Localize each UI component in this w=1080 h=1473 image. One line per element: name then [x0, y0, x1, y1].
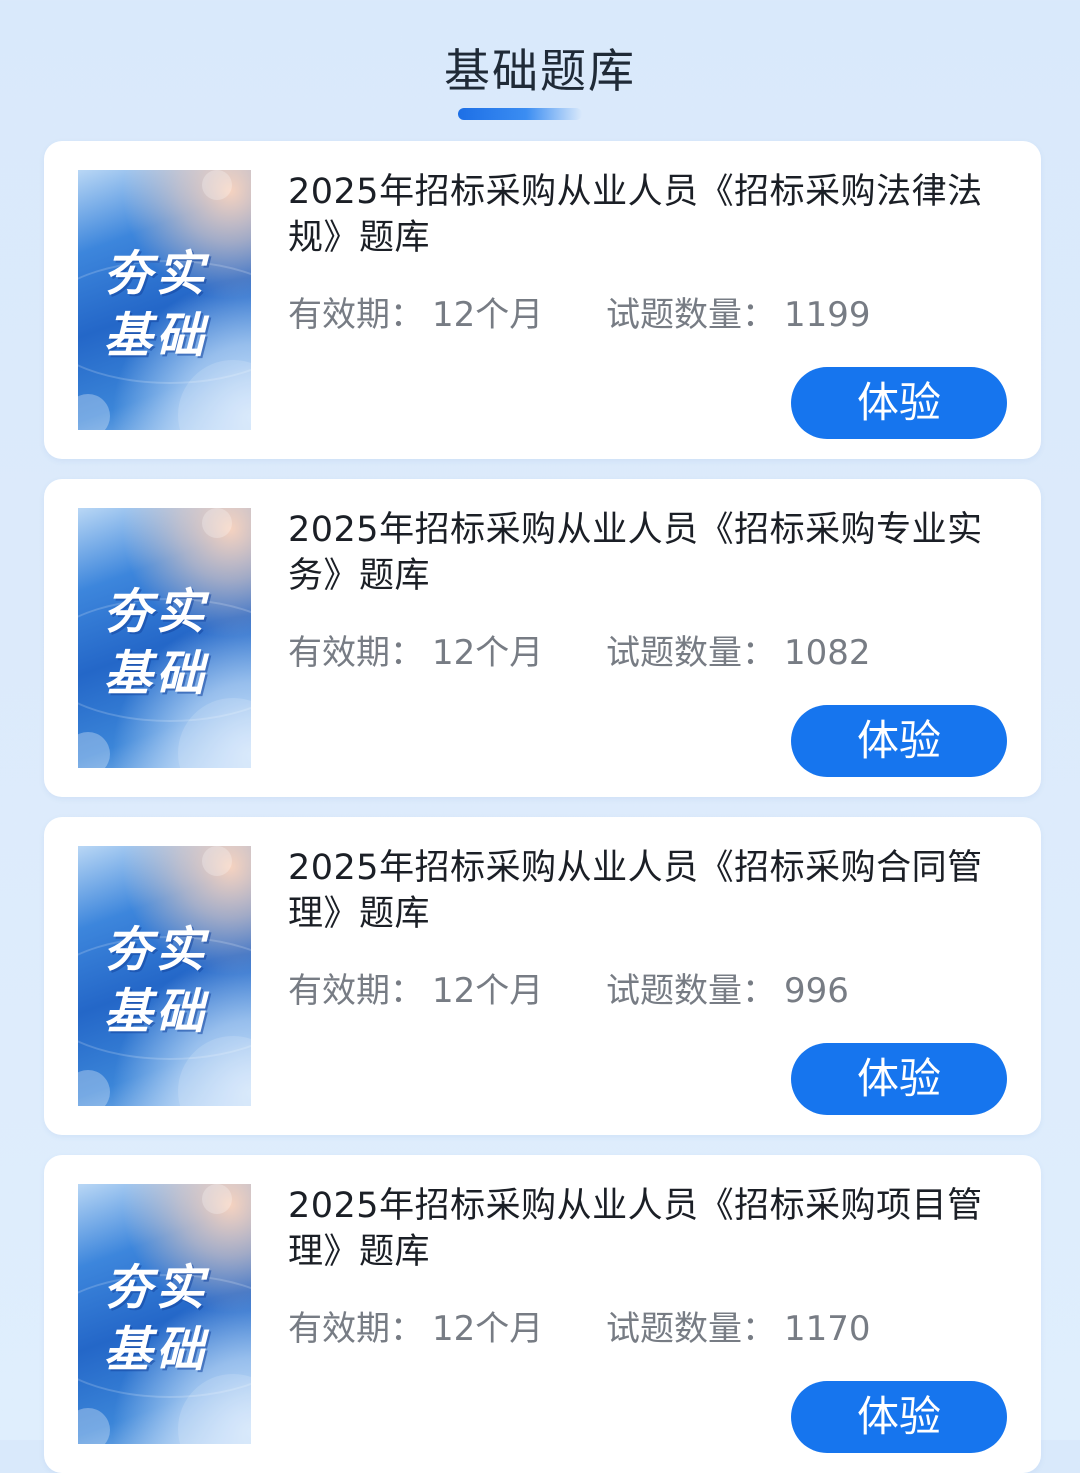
course-cover-image: 夯实 基础 — [78, 846, 251, 1106]
cover-text-line2: 基础 — [104, 984, 209, 1040]
course-title[interactable]: 2025年招标采购从业人员《招标采购合同管理》题库 — [288, 845, 998, 937]
try-button[interactable]: 体验 — [791, 1043, 1007, 1115]
cover-bubble — [202, 846, 232, 876]
cover-bubble — [202, 508, 232, 538]
validity-info: 有效期： 12个月 — [288, 293, 543, 337]
question-count-info: 试题数量： 1199 — [606, 293, 871, 337]
try-button[interactable]: 体验 — [791, 705, 1007, 777]
cover-bubble — [202, 170, 232, 200]
question-bank-card[interactable]: 夯实 基础 2025年招标采购从业人员《招标采购专业实务》题库 有效期： 12个月… — [44, 479, 1041, 797]
cover-bubble — [78, 1408, 110, 1444]
cover-text-line1: 夯实 — [104, 246, 209, 302]
cover-bubble — [78, 394, 110, 430]
course-cover-image: 夯实 基础 — [78, 508, 251, 768]
cover-text-line2: 基础 — [104, 646, 209, 702]
page-title: 基础题库 — [444, 44, 636, 98]
course-title[interactable]: 2025年招标采购从业人员《招标采购专业实务》题库 — [288, 507, 998, 599]
validity-label: 有效期： — [288, 633, 424, 673]
cover-text-line1: 夯实 — [104, 922, 209, 978]
question-count-label: 试题数量： — [606, 295, 776, 335]
validity-value: 12个月 — [432, 971, 544, 1011]
question-count-label: 试题数量： — [606, 971, 776, 1011]
validity-value: 12个月 — [432, 295, 544, 335]
question-count-value: 996 — [784, 971, 849, 1011]
try-button[interactable]: 体验 — [791, 1381, 1007, 1453]
cover-bubble — [202, 1184, 232, 1214]
question-bank-card[interactable]: 夯实 基础 2025年招标采购从业人员《招标采购合同管理》题库 有效期： 12个月… — [44, 817, 1041, 1135]
question-count-label: 试题数量： — [606, 633, 776, 673]
validity-value: 12个月 — [432, 633, 544, 673]
cover-bubble — [78, 1070, 110, 1106]
question-count-info: 试题数量： 996 — [606, 969, 849, 1013]
question-bank-card[interactable]: 夯实 基础 2025年招标采购从业人员《招标采购项目管理》题库 有效期： 12个月… — [44, 1155, 1041, 1473]
try-button[interactable]: 体验 — [791, 367, 1007, 439]
page-header: 基础题库 — [0, 0, 1080, 130]
cover-text-line2: 基础 — [104, 308, 209, 364]
question-count-info: 试题数量： 1082 — [606, 631, 871, 675]
title-underline — [458, 108, 582, 120]
course-cover-image: 夯实 基础 — [78, 170, 251, 430]
cover-bubble — [78, 732, 110, 768]
course-cover-image: 夯实 基础 — [78, 1184, 251, 1444]
validity-label: 有效期： — [288, 1309, 424, 1349]
question-count-label: 试题数量： — [606, 1309, 776, 1349]
question-bank-card[interactable]: 夯实 基础 2025年招标采购从业人员《招标采购法律法规》题库 有效期： 12个月… — [44, 141, 1041, 459]
question-count-value: 1170 — [784, 1309, 871, 1349]
validity-label: 有效期： — [288, 971, 424, 1011]
question-count-value: 1199 — [784, 295, 871, 335]
validity-info: 有效期： 12个月 — [288, 969, 543, 1013]
question-count-info: 试题数量： 1170 — [606, 1307, 871, 1351]
validity-label: 有效期： — [288, 295, 424, 335]
validity-info: 有效期： 12个月 — [288, 1307, 543, 1351]
course-title[interactable]: 2025年招标采购从业人员《招标采购法律法规》题库 — [288, 169, 998, 261]
question-count-value: 1082 — [784, 633, 871, 673]
cover-text-line2: 基础 — [104, 1322, 209, 1378]
course-title[interactable]: 2025年招标采购从业人员《招标采购项目管理》题库 — [288, 1183, 998, 1275]
validity-info: 有效期： 12个月 — [288, 631, 543, 675]
cover-text-line1: 夯实 — [104, 1260, 209, 1316]
cover-text-line1: 夯实 — [104, 584, 209, 640]
validity-value: 12个月 — [432, 1309, 544, 1349]
